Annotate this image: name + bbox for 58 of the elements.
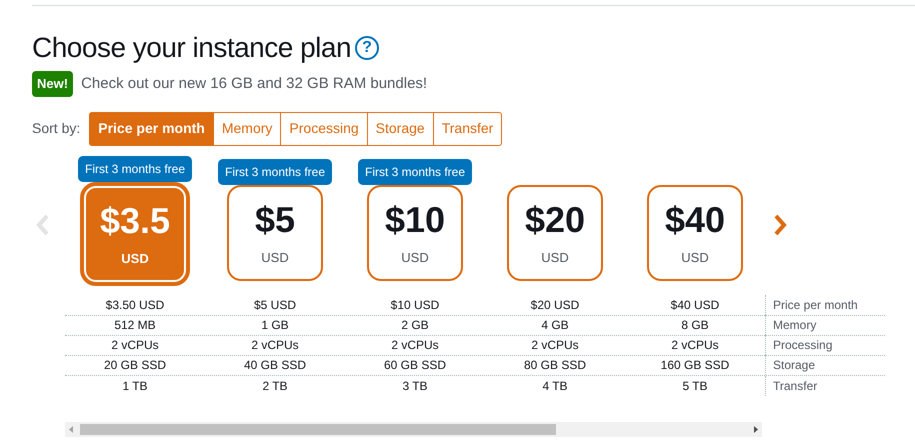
new-badge: New!	[32, 71, 74, 96]
table-cell-text: 2 vCPUs	[670, 337, 720, 354]
table-cell-text: $20 USD	[530, 297, 580, 314]
announcement-text: Check out our new 16 GB and 32 GB RAM bundles!	[81, 74, 428, 94]
row-label: Transfer	[765, 376, 818, 396]
promo-badge: First 3 months free	[78, 156, 192, 182]
plan-price: $40	[664, 198, 726, 242]
plan-currency: USD	[261, 248, 289, 267]
table-cell-text: 2 GB	[400, 317, 430, 334]
plan-price: $20	[524, 198, 586, 242]
plan-card[interactable]: $5 USD	[227, 184, 323, 280]
table-cell-text: $5 USD	[252, 297, 298, 314]
plan-card[interactable]: $20 USD	[507, 184, 603, 280]
plan-currency: USD	[541, 248, 569, 267]
sort-tab[interactable]: Transfer	[432, 112, 502, 146]
sort-label: Sort by:	[32, 119, 80, 138]
table-cell-text: 1 TB	[121, 378, 149, 394]
table-cell-text: $40 USD	[670, 297, 720, 314]
plan-currency: USD	[121, 250, 149, 268]
table-cell-text: 2 vCPUs	[250, 337, 300, 354]
page-title: Choose your instance plan	[32, 31, 352, 65]
sort-tab[interactable]: Processing	[280, 112, 368, 146]
plan-card[interactable]: $3.5 USD	[80, 182, 190, 286]
table-cell-text: 60 GB SSD	[382, 357, 448, 374]
row-label: Price per month	[765, 295, 858, 315]
table-cell-text: 512 MB	[113, 317, 157, 334]
table-cell-text: 4 TB	[541, 378, 569, 394]
sort-tab[interactable]: Storage	[366, 112, 434, 146]
plan-price: $10	[384, 198, 446, 242]
row-label: Processing	[765, 335, 832, 355]
table-cell-text: $3.50 USD	[104, 297, 166, 314]
sort-tab[interactable]: Price per month	[89, 112, 214, 146]
table-cell-text: 8 GB	[680, 317, 710, 334]
plan-currency: USD	[401, 248, 429, 267]
table-cell-text: 2 vCPUs	[390, 337, 440, 354]
table-cell-text: 5 TB	[681, 378, 709, 394]
table-cell-text: 2 TB	[261, 378, 289, 394]
promo-badge: First 3 months free	[358, 158, 472, 184]
sort-tab[interactable]: Memory	[212, 112, 282, 146]
plan-card[interactable]: $10 USD	[367, 184, 463, 280]
table-cell-text: 160 GB SSD	[660, 357, 730, 374]
table-cell-text: 2 vCPUs	[110, 337, 160, 354]
table-cell-text: $10 USD	[390, 297, 440, 314]
row-label: Storage	[765, 355, 816, 375]
plan-price: $5	[254, 198, 296, 242]
help-icon[interactable]: ?	[355, 36, 380, 60]
promo-badge: First 3 months free	[218, 158, 332, 184]
plan-card[interactable]: $40 USD	[647, 184, 743, 280]
table-cell-text: 1 GB	[260, 317, 290, 334]
table-cell-text: 2 vCPUs	[530, 337, 580, 354]
table-cell-text: 40 GB SSD	[242, 357, 308, 374]
plan-currency: USD	[681, 248, 709, 267]
table-cell-text: 4 GB	[540, 317, 570, 334]
plan-price: $3.5	[100, 198, 170, 243]
row-label: Memory	[765, 315, 816, 335]
table-cell-text: 20 GB SSD	[102, 357, 168, 374]
table-cell-text: 80 GB SSD	[522, 357, 588, 374]
table-cell-text: 3 TB	[401, 378, 429, 394]
